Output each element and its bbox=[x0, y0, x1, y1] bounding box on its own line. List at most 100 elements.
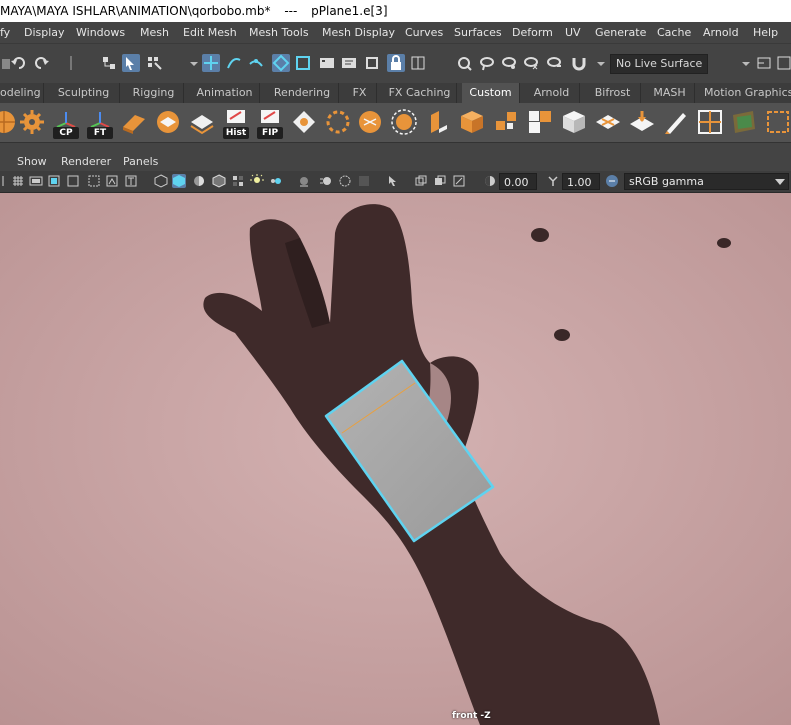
grid-toggle-icon[interactable] bbox=[11, 174, 25, 188]
wireframe-on-shaded-icon[interactable] bbox=[212, 174, 226, 188]
dropdown-arrow-icon[interactable] bbox=[185, 54, 203, 72]
multi-cube-icon[interactable] bbox=[490, 105, 522, 139]
menu-cache[interactable]: Cache bbox=[657, 22, 691, 43]
wireframe-icon[interactable] bbox=[154, 174, 168, 188]
menu-mesh-display[interactable]: Mesh Display bbox=[322, 22, 395, 43]
menu-mesh-tools[interactable]: Mesh Tools bbox=[249, 22, 309, 43]
select-component-icon[interactable] bbox=[145, 54, 163, 72]
uv-texture-icon[interactable] bbox=[728, 105, 760, 139]
delete-history-icon[interactable]: Hist bbox=[220, 105, 252, 139]
merge-plane-icon[interactable] bbox=[626, 105, 658, 139]
snap-grid-icon[interactable] bbox=[202, 54, 220, 72]
tab-mash[interactable]: MASH bbox=[645, 83, 695, 103]
menu-windows[interactable]: Windows bbox=[76, 22, 125, 43]
tab-animation[interactable]: Animation bbox=[190, 83, 260, 103]
freeze-transform-icon[interactable]: FT bbox=[84, 105, 116, 139]
bevel-plane-icon[interactable] bbox=[592, 105, 624, 139]
panel-menu-renderer[interactable]: Renderer bbox=[61, 153, 111, 171]
shadows-icon[interactable] bbox=[268, 174, 282, 188]
orange-sphere-icon[interactable] bbox=[354, 105, 386, 139]
anti-alias-icon[interactable] bbox=[338, 174, 352, 188]
menu-help[interactable]: Help bbox=[753, 22, 778, 43]
resolution-gate-icon[interactable] bbox=[47, 174, 61, 188]
menu-modify[interactable]: fy bbox=[0, 22, 10, 43]
menu-edit-mesh[interactable]: Edit Mesh bbox=[183, 22, 237, 43]
target-weld-icon[interactable] bbox=[288, 105, 320, 139]
soft-select-icon[interactable] bbox=[455, 54, 473, 72]
dropdown-arrow-icon[interactable] bbox=[737, 54, 755, 72]
paint-select-icon[interactable] bbox=[500, 54, 518, 72]
field-chart-icon[interactable] bbox=[87, 174, 101, 188]
tab-bifrost[interactable]: Bifrost bbox=[585, 83, 641, 103]
color-management-icon[interactable] bbox=[605, 174, 619, 188]
knife-cut-icon[interactable] bbox=[660, 105, 692, 139]
snap-point-icon[interactable] bbox=[247, 54, 265, 72]
cube-icon[interactable] bbox=[456, 105, 488, 139]
safe-title-icon[interactable] bbox=[124, 174, 138, 188]
tab-custom[interactable]: Custom bbox=[462, 83, 520, 103]
lights-icon[interactable] bbox=[250, 174, 264, 188]
panel-menu-panels[interactable]: Panels bbox=[123, 153, 158, 171]
snap-live-icon[interactable] bbox=[294, 54, 312, 72]
stack-layer-icon[interactable] bbox=[152, 105, 184, 139]
snap-view-plane-icon[interactable] bbox=[272, 54, 290, 72]
tab-rendering[interactable]: Rendering bbox=[266, 83, 339, 103]
menu-deform[interactable]: Deform bbox=[512, 22, 553, 43]
render-settings-icon[interactable] bbox=[363, 54, 381, 72]
front-viewport[interactable]: front -Z bbox=[0, 193, 791, 725]
textured-icon[interactable] bbox=[231, 174, 245, 188]
gate-mask-icon[interactable] bbox=[66, 174, 80, 188]
reflection-select-icon[interactable] bbox=[545, 54, 563, 72]
cube-plane-icon[interactable] bbox=[118, 105, 150, 139]
ambient-occlusion-icon[interactable] bbox=[297, 174, 311, 188]
grid-layout-icon[interactable] bbox=[694, 105, 726, 139]
tab-fx[interactable]: FX bbox=[343, 83, 377, 103]
xray-icon[interactable] bbox=[414, 174, 428, 188]
magnet-icon[interactable] bbox=[570, 54, 588, 72]
tab-arnold[interactable]: Arnold bbox=[524, 83, 580, 103]
snap-curve-icon[interactable] bbox=[225, 54, 243, 72]
lasso-select-icon[interactable] bbox=[478, 54, 496, 72]
sphere-ring-icon[interactable] bbox=[388, 105, 420, 139]
isolate-select-icon[interactable] bbox=[386, 174, 400, 188]
live-surface-field[interactable]: No Live Surface bbox=[610, 54, 708, 74]
extrude-icon[interactable] bbox=[422, 105, 454, 139]
circle-dashed-icon[interactable] bbox=[322, 105, 354, 139]
menu-mesh[interactable]: Mesh bbox=[140, 22, 169, 43]
tweak-select-icon[interactable] bbox=[522, 54, 540, 72]
tab-modeling[interactable]: odeling bbox=[0, 83, 44, 103]
depth-of-field-icon[interactable] bbox=[357, 174, 371, 188]
menu-curves[interactable]: Curves bbox=[405, 22, 443, 43]
gamma-field[interactable]: 1.00 bbox=[562, 173, 600, 190]
select-hierarchy-icon[interactable] bbox=[100, 54, 118, 72]
menu-arnold[interactable]: Arnold bbox=[703, 22, 739, 43]
exposure-field[interactable]: 0.00 bbox=[499, 173, 537, 190]
ipr-render-icon[interactable] bbox=[340, 54, 358, 72]
motion-blur-icon[interactable] bbox=[319, 174, 333, 188]
gear-icon[interactable] bbox=[16, 105, 48, 139]
dropdown-arrow-icon[interactable] bbox=[592, 54, 610, 72]
menu-surfaces[interactable]: Surfaces bbox=[454, 22, 502, 43]
exposure-icon[interactable] bbox=[483, 174, 497, 188]
white-cube-icon[interactable] bbox=[558, 105, 590, 139]
tab-rigging[interactable]: Rigging bbox=[124, 83, 184, 103]
split-square-icon[interactable] bbox=[524, 105, 556, 139]
menu-uv[interactable]: UV bbox=[565, 22, 581, 43]
smooth-shade-icon[interactable] bbox=[172, 174, 186, 188]
tab-fx-caching[interactable]: FX Caching bbox=[383, 83, 457, 103]
layered-plane-icon[interactable] bbox=[186, 105, 218, 139]
view-transform-select[interactable]: sRGB gamma bbox=[624, 173, 789, 190]
menu-display[interactable]: Display bbox=[24, 22, 65, 43]
tab-sculpting[interactable]: Sculpting bbox=[48, 83, 120, 103]
panel-toggle-icon[interactable] bbox=[775, 54, 791, 72]
xray-joints-icon[interactable] bbox=[433, 174, 447, 188]
menu-generate[interactable]: Generate bbox=[595, 22, 646, 43]
lock-icon[interactable] bbox=[387, 54, 405, 72]
redo-icon[interactable] bbox=[32, 54, 50, 72]
flip-icon[interactable]: FIP bbox=[254, 105, 286, 139]
safe-action-icon[interactable] bbox=[105, 174, 119, 188]
center-pivot-icon[interactable]: CP bbox=[50, 105, 82, 139]
default-material-icon[interactable] bbox=[192, 174, 206, 188]
film-gate-icon[interactable] bbox=[29, 174, 43, 188]
select-object-icon[interactable] bbox=[122, 54, 140, 72]
